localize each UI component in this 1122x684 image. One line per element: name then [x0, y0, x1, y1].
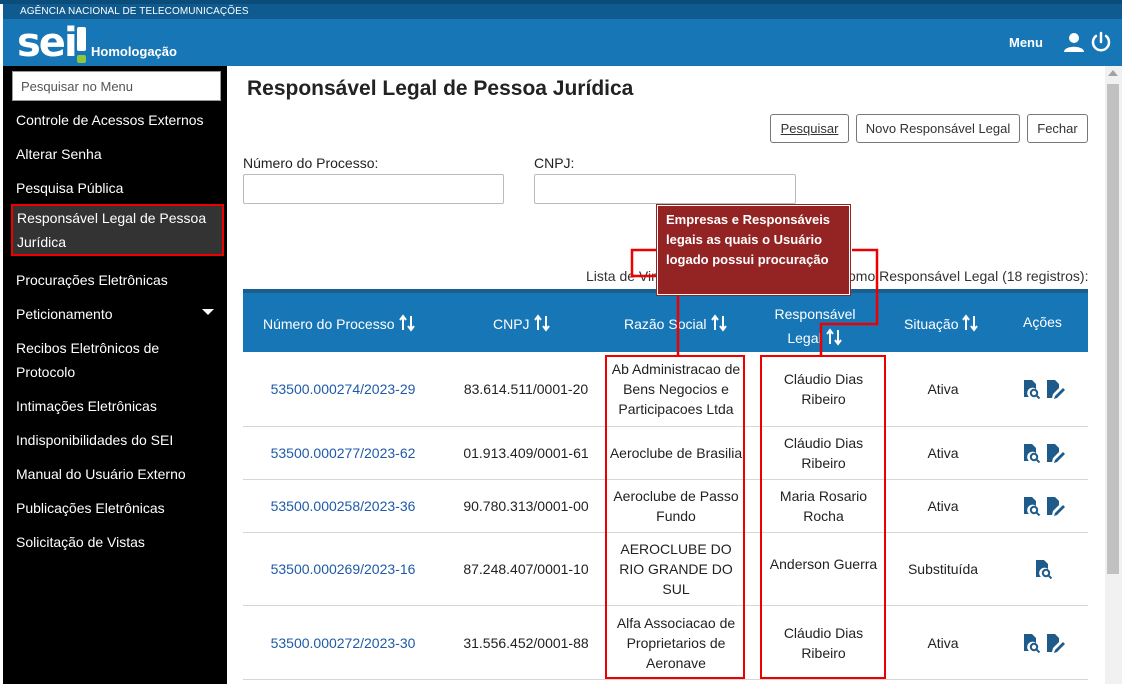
cnpj-input[interactable]	[534, 174, 796, 204]
view-icon[interactable]	[1021, 496, 1041, 516]
view-icon[interactable]	[1021, 443, 1041, 463]
header-situacao-label: Situação	[904, 316, 959, 332]
sidebar-item-intimacoes[interactable]: Intimações Eletrônicas	[16, 394, 222, 418]
sidebar-item-pesquisa-publica[interactable]: Pesquisa Pública	[16, 176, 222, 200]
cnpj-label: CNPJ:	[534, 155, 575, 171]
menu-search-input[interactable]	[12, 71, 221, 101]
annotation-callout: Empresas e Responsáveis legais as quais …	[656, 204, 851, 296]
status-cell: Ativa	[927, 381, 959, 397]
power-icon[interactable]	[1090, 31, 1112, 53]
edit-icon[interactable]	[1045, 496, 1065, 516]
sei-logo[interactable]: sei	[17, 21, 86, 63]
sidebar-item-responsavel-legal[interactable]: Responsável Legal de Pessoa Jurídica	[11, 204, 224, 256]
view-icon[interactable]	[1021, 379, 1041, 399]
actions-cell	[1003, 427, 1083, 479]
process-link[interactable]: 53500.000272/2023-30	[243, 606, 443, 679]
actions-cell	[1003, 352, 1083, 426]
process-number-input[interactable]	[243, 174, 504, 204]
responsavel-highlight	[760, 355, 886, 679]
header-process-label: Número do Processo	[263, 316, 395, 332]
process-link[interactable]: 53500.000269/2023-16	[243, 533, 443, 605]
cnpj-cell: 31.556.452/0001-88	[463, 634, 589, 651]
process-number-label: Número do Processo:	[243, 155, 379, 171]
cnpj-cell: 01.913.409/0001-61	[463, 445, 589, 461]
sidebar-item-vistas[interactable]: Solicitação de Vistas	[16, 530, 222, 554]
header-process[interactable]: Número do Processo	[263, 314, 416, 332]
header-cnpj[interactable]: CNPJ	[493, 314, 551, 332]
edit-icon[interactable]	[1045, 443, 1065, 463]
page-title: Responsável Legal de Pessoa Jurídica	[247, 77, 634, 100]
sort-icon[interactable]	[398, 314, 416, 332]
actions-cell	[1003, 533, 1083, 605]
process-link[interactable]: 53500.000274/2023-29	[243, 352, 443, 426]
environment-label: Homologação	[91, 44, 177, 59]
razao-social-highlight	[605, 355, 745, 679]
sidebar-item-procuracoes[interactable]: Procurações Eletrônicas	[16, 268, 222, 292]
sidebar-item-publicacoes[interactable]: Publicações Eletrônicas	[16, 496, 222, 520]
cnpj-cell: 90.780.313/0001-00	[463, 498, 589, 514]
scroll-up-arrow[interactable]	[1108, 70, 1118, 76]
sidebar: Controle de Acessos Externos Alterar Sen…	[3, 66, 227, 684]
sort-icon[interactable]	[533, 314, 551, 332]
actions-cell	[1003, 606, 1083, 679]
status-cell: Ativa	[927, 634, 959, 651]
logo-text: sei	[17, 20, 78, 66]
edit-icon[interactable]	[1045, 633, 1065, 653]
scrollbar-thumb[interactable]	[1107, 84, 1119, 574]
sidebar-item-indisponibilidades[interactable]: Indisponibilidades do SEI	[16, 428, 222, 452]
view-icon[interactable]	[1021, 633, 1041, 653]
edit-icon[interactable]	[1045, 379, 1065, 399]
status-cell: Ativa	[927, 445, 959, 461]
view-icon[interactable]	[1033, 559, 1053, 579]
sidebar-item-manual[interactable]: Manual do Usuário Externo	[16, 462, 222, 486]
process-link[interactable]: 53500.000277/2023-62	[243, 427, 443, 479]
header-situacao[interactable]: Situação	[904, 314, 979, 332]
cnpj-cell: 83.614.511/0001-20	[463, 381, 589, 397]
cnpj-cell: 87.248.407/0001-10	[463, 561, 589, 577]
close-button[interactable]: Fechar	[1027, 114, 1088, 143]
header-acoes: Ações	[1023, 314, 1062, 330]
sidebar-item-peticionamento[interactable]: Peticionamento	[16, 302, 222, 326]
actions-cell	[1003, 480, 1083, 532]
menu-button[interactable]: Menu	[1009, 35, 1043, 50]
chevron-down-icon[interactable]	[202, 309, 214, 315]
sidebar-item-controle-acessos[interactable]: Controle de Acessos Externos	[16, 108, 222, 132]
agency-name: AGÊNCIA NACIONAL DE TELECOMUNICAÇÕES	[3, 4, 1122, 19]
user-icon[interactable]	[1063, 31, 1085, 53]
list-caption-count: omo Responsável Legal (18 registros):	[848, 268, 1089, 284]
status-cell: Ativa	[927, 498, 959, 514]
sidebar-item-recibos[interactable]: Recibos Eletrônicos de Protocolo	[16, 336, 222, 384]
search-button[interactable]: Pesquisar	[770, 114, 849, 143]
status-cell: Substituída	[907, 561, 979, 577]
logo-mark	[76, 27, 86, 63]
header-cnpj-label: CNPJ	[493, 316, 530, 332]
sort-icon[interactable]	[961, 314, 979, 332]
sidebar-item-alterar-senha[interactable]: Alterar Senha	[16, 142, 222, 166]
new-legal-button[interactable]: Novo Responsável Legal	[856, 114, 1020, 143]
process-link[interactable]: 53500.000258/2023-36	[243, 480, 443, 532]
